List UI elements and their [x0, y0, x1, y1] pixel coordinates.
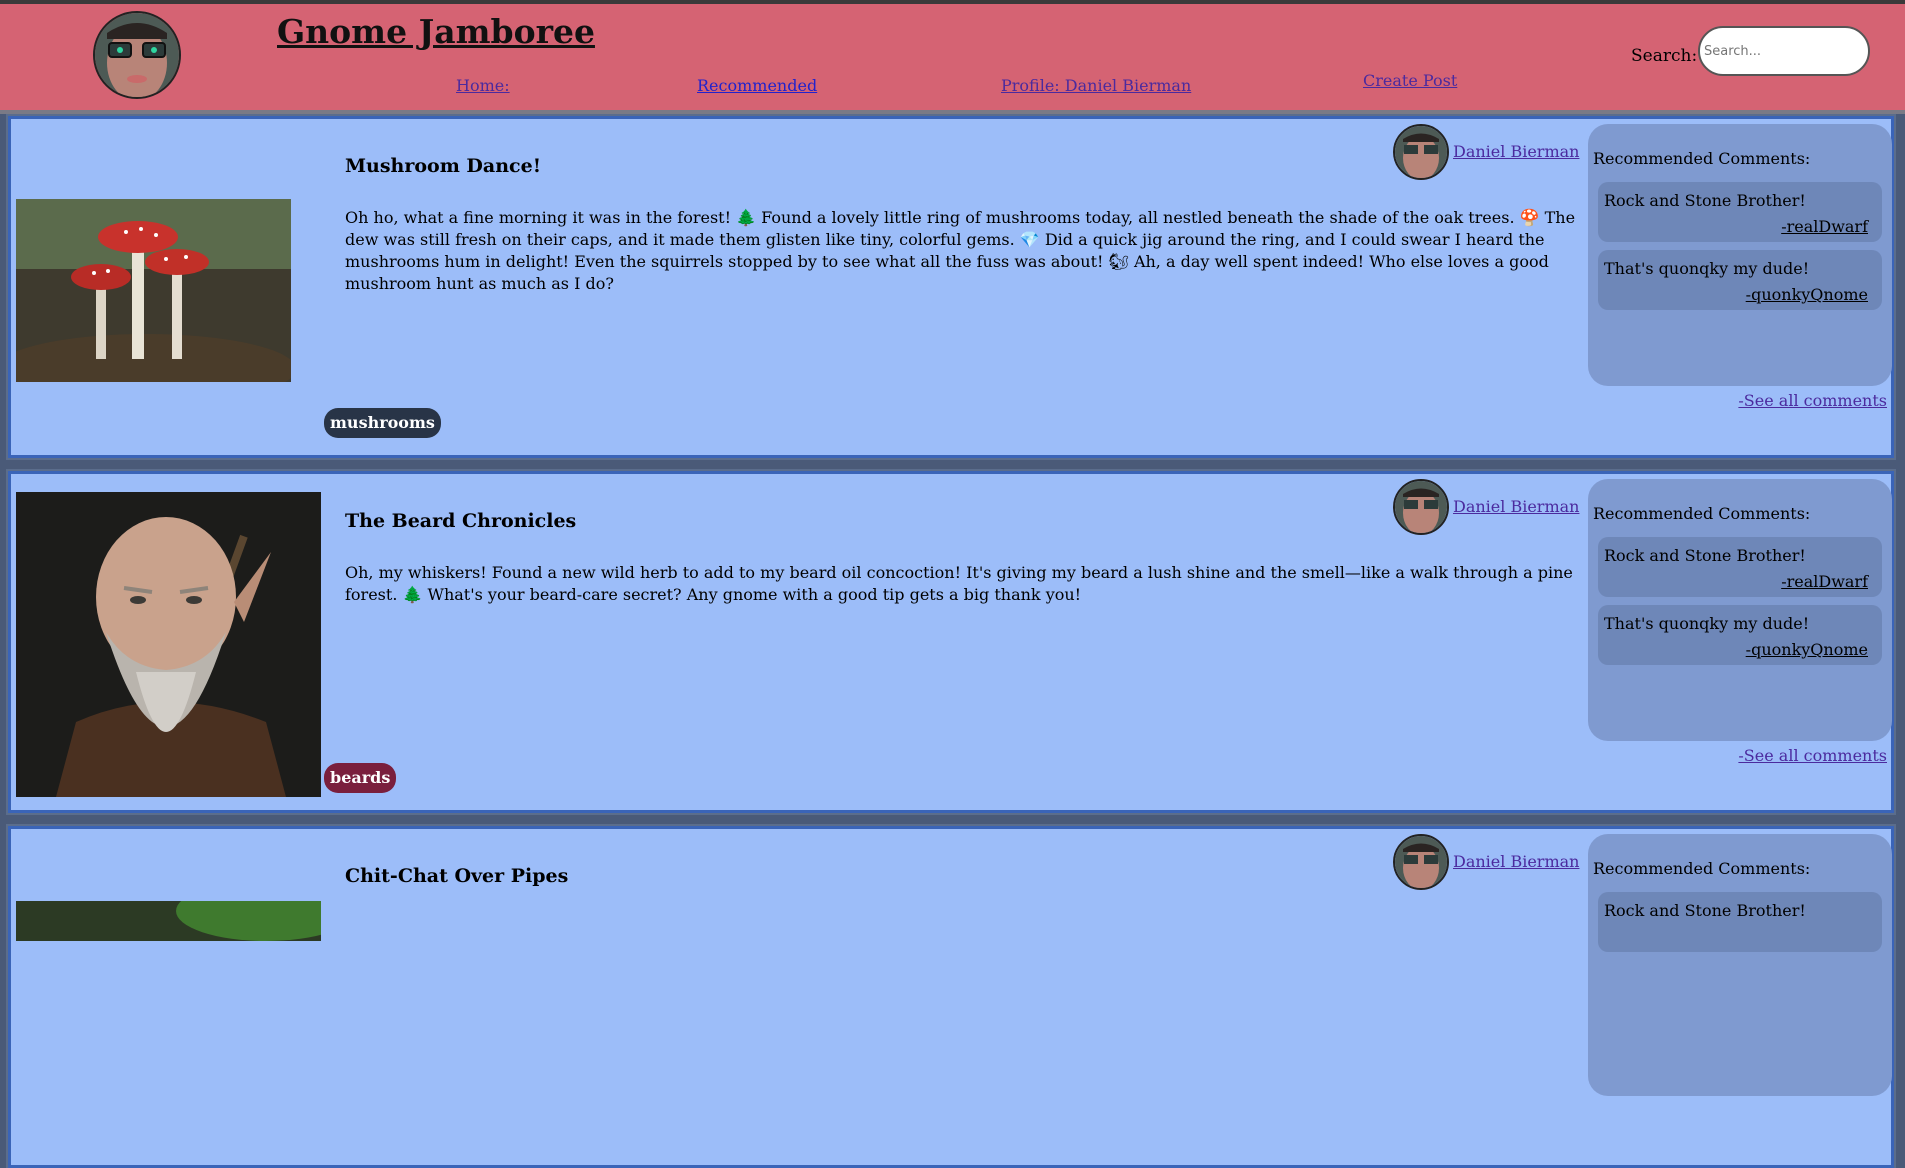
recommended-comments-panel: Recommended Comments: Rock and Stone Bro…	[1588, 124, 1892, 386]
author-avatar[interactable]	[1393, 834, 1449, 890]
post-body: Oh, my whiskers! Found a new wild herb t…	[345, 563, 1573, 604]
author-avatar[interactable]	[1393, 479, 1449, 535]
nav-create-post-link[interactable]: Create Post	[1363, 71, 1457, 90]
search-input[interactable]	[1698, 26, 1870, 76]
comment-text: That's quonqky my dude!	[1604, 259, 1810, 278]
nav-profile-link[interactable]: Profile: Daniel Bierman	[1001, 76, 1191, 95]
see-all-comments-link[interactable]: -See all comments	[1738, 391, 1887, 410]
comment-author-link[interactable]: -realDwarf	[1781, 572, 1868, 591]
post-image-gnome-portrait[interactable]	[16, 492, 321, 797]
comment-card: Rock and Stone Brother!	[1598, 892, 1882, 952]
comment-text: Rock and Stone Brother!	[1604, 901, 1806, 920]
comment-card: Rock and Stone Brother! -realDwarf	[1598, 537, 1882, 597]
post-title[interactable]: The Beard Chronicles	[345, 510, 576, 532]
recommended-comments-panel: Recommended Comments: Rock and Stone Bro…	[1588, 479, 1892, 741]
author-avatar[interactable]	[1393, 124, 1449, 180]
comment-card: That's quonqky my dude! -quonkyQnome	[1598, 250, 1882, 310]
author-link[interactable]: Daniel Bierman	[1453, 497, 1579, 516]
comment-author-link[interactable]: -quonkyQnome	[1746, 285, 1868, 304]
site-logo-avatar[interactable]	[93, 11, 181, 99]
site-header: Gnome Jamboree Home: Recommended Profile…	[0, 4, 1905, 114]
comment-card: That's quonqky my dude! -quonkyQnome	[1598, 605, 1882, 665]
search-label: Search:	[1631, 46, 1698, 66]
comment-text: Rock and Stone Brother!	[1604, 546, 1806, 565]
post-title[interactable]: Mushroom Dance!	[345, 155, 541, 177]
post-card: Chit-Chat Over Pipes Daniel Bierman Reco…	[6, 824, 1896, 1168]
comment-text: That's quonqky my dude!	[1604, 614, 1810, 633]
post-body: Oh ho, what a fine morning it was in the…	[345, 208, 1576, 293]
recommended-comments-panel: Recommended Comments: Rock and Stone Bro…	[1588, 834, 1892, 1096]
see-all-comments-link[interactable]: -See all comments	[1738, 746, 1887, 765]
nav-recommended-link[interactable]: Recommended	[697, 76, 817, 95]
post-card: The Beard Chronicles Oh, my whiskers! Fo…	[6, 469, 1896, 815]
post-tag[interactable]: beards	[324, 763, 397, 793]
comment-text: Rock and Stone Brother!	[1604, 191, 1806, 210]
author-link[interactable]: Daniel Bierman	[1453, 852, 1579, 871]
post-card: Mushroom Dance! Oh ho, what a fine morni…	[6, 114, 1896, 460]
post-image-pipes[interactable]	[16, 901, 321, 941]
comments-heading: Recommended Comments:	[1593, 149, 1811, 168]
comments-heading: Recommended Comments:	[1593, 859, 1811, 878]
comments-heading: Recommended Comments:	[1593, 504, 1811, 523]
nav-home-link[interactable]: Home:	[456, 76, 510, 95]
comment-author-link[interactable]: -quonkyQnome	[1746, 640, 1868, 659]
comment-author-link[interactable]: -realDwarf	[1781, 217, 1868, 236]
comment-card: Rock and Stone Brother! -realDwarf	[1598, 182, 1882, 242]
site-title[interactable]: Gnome Jamboree	[277, 12, 595, 51]
post-title[interactable]: Chit-Chat Over Pipes	[345, 865, 568, 887]
author-link[interactable]: Daniel Bierman	[1453, 142, 1579, 161]
post-image-mushrooms[interactable]	[16, 199, 291, 382]
post-tag[interactable]: mushrooms	[324, 408, 441, 438]
